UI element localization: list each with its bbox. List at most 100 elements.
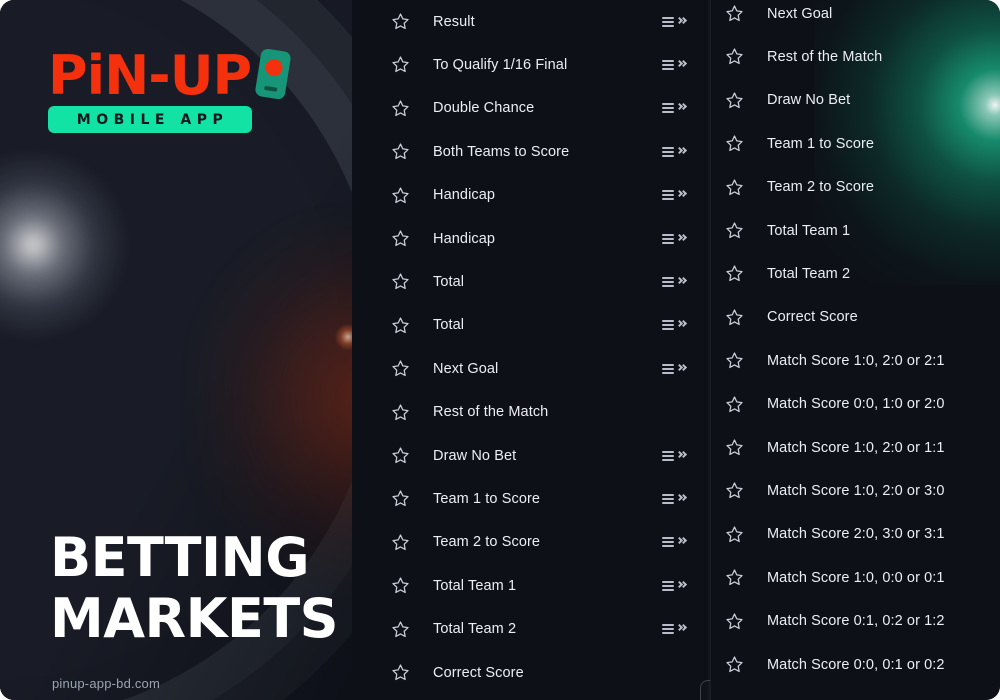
phone-app-icon (254, 47, 292, 101)
market-row[interactable]: Correct Score (710, 296, 1000, 339)
star-outline-icon[interactable] (725, 525, 744, 544)
market-row[interactable]: Total Team 1 (710, 209, 1000, 252)
market-row[interactable]: Match Score 0:0, 1:0 or 2:0 (710, 383, 1000, 426)
market-row[interactable]: Both Teams to Score (352, 130, 710, 173)
market-row[interactable]: Team 2 to Score (710, 166, 1000, 209)
market-row[interactable]: Match Score 1:0, 2:0 or 2:1 (710, 339, 1000, 382)
stack-chevron-icon[interactable] (662, 363, 688, 375)
star-outline-icon[interactable] (725, 655, 744, 674)
market-row[interactable]: Correct Score (352, 651, 710, 694)
market-row[interactable]: Draw No Bet (352, 434, 710, 477)
stack-chevron-icon[interactable] (662, 580, 688, 592)
stack-chevron-icon[interactable] (662, 536, 688, 548)
market-row[interactable]: Match Score 1:0, 2:0 or 1:1 (710, 426, 1000, 469)
market-row[interactable]: Match Score 1:0, 0:0 or 0:1 (710, 556, 1000, 599)
star-outline-icon[interactable] (725, 221, 744, 240)
markets-list-right[interactable]: Next Goal Rest of the Match Draw No Bet Tea… (710, 0, 1000, 700)
market-row[interactable]: Draw No Bet (710, 79, 1000, 122)
stack-chevron-icon[interactable] (662, 450, 688, 462)
market-row-label: Match Score 1:0, 2:0 or 3:0 (767, 482, 945, 499)
star-outline-icon[interactable] (725, 134, 744, 153)
chevron-right (675, 320, 688, 330)
market-row-label: Match Score 2:0, 3:0 or 3:1 (767, 526, 945, 543)
star-outline-icon[interactable] (725, 91, 744, 110)
market-row[interactable]: Total (352, 304, 710, 347)
star-outline-icon[interactable] (391, 359, 410, 378)
logo-subtitle: MOBILE APP (48, 106, 252, 133)
star-outline-icon[interactable] (391, 489, 410, 508)
market-row-label: Result (433, 13, 475, 30)
star-outline-icon[interactable] (725, 47, 744, 66)
market-row[interactable]: Team 1 to Score (710, 122, 1000, 165)
market-row-label: Rest of the Match (767, 48, 883, 65)
market-row[interactable]: To Qualify 1/16 Final (352, 43, 710, 86)
page-title: BETTING MARKETS (50, 527, 339, 649)
star-outline-icon[interactable] (725, 351, 744, 370)
market-row-label: Match Score 0:0, 1:0 or 2:0 (767, 396, 945, 413)
star-outline-icon[interactable] (391, 142, 410, 161)
star-outline-icon[interactable] (391, 620, 410, 639)
market-row[interactable]: Total Team 2 (710, 252, 1000, 295)
stack-chevron-icon[interactable] (662, 59, 688, 71)
stack-chevron-icon[interactable] (662, 102, 688, 114)
market-row-label: Match Score 1:0, 0:0 or 0:1 (767, 569, 945, 586)
market-row-label: Next Goal (767, 5, 833, 22)
stack-chevron-icon[interactable] (662, 319, 688, 331)
market-row[interactable]: Match Score 2:0, 3:0 or 3:1 (710, 513, 1000, 556)
star-outline-icon[interactable] (391, 229, 410, 248)
star-outline-icon[interactable] (725, 264, 744, 283)
star-outline-icon[interactable] (391, 663, 410, 682)
stack-chevron-icon[interactable] (662, 493, 688, 505)
market-row[interactable]: Next Goal (710, 0, 1000, 35)
market-row[interactable]: Total Team 1 (352, 564, 710, 607)
stack-chevron-icon[interactable] (662, 276, 688, 288)
market-row-label: Total Team 2 (767, 265, 851, 282)
star-outline-icon[interactable] (725, 178, 744, 197)
star-outline-icon[interactable] (391, 186, 410, 205)
star-outline-icon[interactable] (725, 438, 744, 457)
star-outline-icon[interactable] (725, 4, 744, 23)
stack-chevron-icon[interactable] (662, 16, 688, 28)
market-row[interactable]: Match Score 1:0, 2:0 or 3:0 (710, 469, 1000, 512)
star-outline-icon[interactable] (725, 568, 744, 587)
star-outline-icon[interactable] (725, 308, 744, 327)
star-outline-icon[interactable] (391, 446, 410, 465)
chevron-right (675, 537, 688, 547)
market-row[interactable]: Rest of the Match (710, 35, 1000, 78)
market-row[interactable]: Rest of the Match (352, 391, 710, 434)
market-row-label: Correct Score (767, 309, 858, 326)
market-row[interactable]: Match Score 0:1, 0:2 or 1:2 (710, 600, 1000, 643)
star-outline-icon[interactable] (391, 12, 410, 31)
market-row[interactable]: Total Team 2 (352, 608, 710, 651)
market-row[interactable]: Double Chance (352, 87, 710, 130)
star-outline-icon[interactable] (391, 55, 410, 74)
stack-lines (662, 233, 675, 244)
market-row-label: Correct Score (433, 664, 524, 681)
stack-chevron-icon[interactable] (662, 189, 688, 201)
star-outline-icon[interactable] (725, 395, 744, 414)
stack-chevron-icon[interactable] (662, 623, 688, 635)
market-row[interactable]: Result (352, 0, 710, 43)
market-row[interactable]: Team 2 to Score (352, 521, 710, 564)
column-separator (710, 0, 711, 700)
stack-chevron-icon[interactable] (662, 233, 688, 245)
markets-list-left[interactable]: Result To Qualify 1/16 Final Double Chance… (352, 0, 710, 700)
star-outline-icon[interactable] (391, 576, 410, 595)
market-row[interactable]: Handicap (352, 174, 710, 217)
star-outline-icon[interactable] (391, 99, 410, 118)
star-outline-icon[interactable] (725, 612, 744, 631)
market-row-label: Double Chance (433, 100, 535, 117)
market-row[interactable]: Team 1 to Score (352, 477, 710, 520)
market-row[interactable]: Next Goal (352, 347, 710, 390)
market-row[interactable]: Handicap (352, 217, 710, 260)
star-outline-icon[interactable] (725, 481, 744, 500)
star-outline-icon[interactable] (391, 533, 410, 552)
market-row[interactable]: Match Score 0:0, 0:1 or 0:2 (710, 643, 1000, 686)
star-outline-icon[interactable] (391, 316, 410, 335)
star-outline-icon[interactable] (391, 272, 410, 291)
star-outline-icon[interactable] (391, 403, 410, 422)
market-row[interactable]: Total (352, 260, 710, 303)
chevron-right (675, 580, 688, 591)
stack-chevron-icon[interactable] (662, 146, 688, 158)
chevron-right (675, 59, 688, 70)
